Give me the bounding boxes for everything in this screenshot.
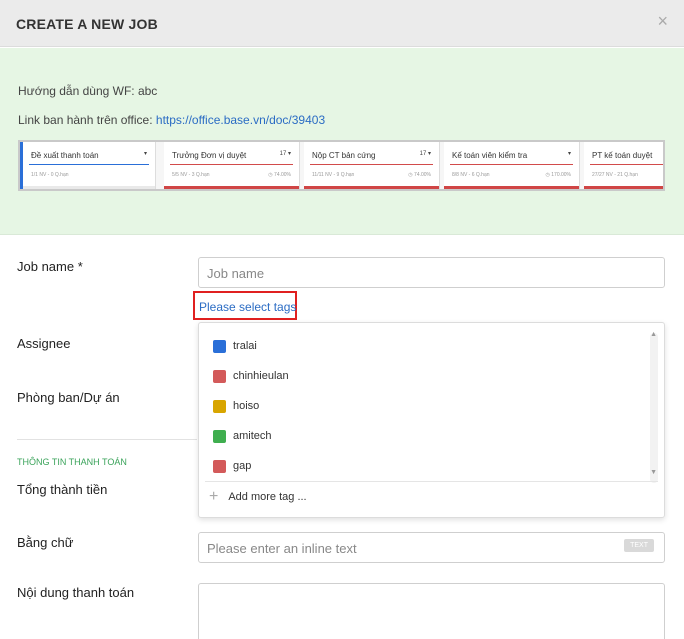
amount-in-words-input[interactable]: Please enter an inline text TEXT xyxy=(198,532,665,563)
text-type-badge: TEXT xyxy=(624,539,654,552)
column-menu-icon: 17 ▾ xyxy=(279,151,291,157)
column-status-bar xyxy=(584,186,663,189)
column-title: Trưởng Đơn vị duyệt xyxy=(172,151,247,160)
job-name-label: Job name * xyxy=(17,259,83,274)
tag-color-swatch xyxy=(213,429,226,443)
scroll-down-icon[interactable]: ▼ xyxy=(650,469,657,476)
tag-dropdown: tralai chinhieulan hoiso amitech gap ▲ ▼… xyxy=(198,322,665,518)
amount-in-words-placeholder: Please enter an inline text xyxy=(207,541,357,556)
column-progress-line xyxy=(170,164,293,165)
select-tags-button[interactable]: Please select tags xyxy=(193,291,297,320)
guide-link-label: Link ban hành trên office: xyxy=(18,113,156,127)
column-status-bar xyxy=(164,186,299,189)
workflow-board-preview: Đề xuất thanh toán ▾ 1/1 NV - 0 Q.hạn Tr… xyxy=(18,140,665,191)
board-column: PT kế toán duyệt 27/27 NV - 21 Q.hạn xyxy=(584,142,663,189)
column-stats: 11/11 NV - 9 Q.hạn xyxy=(312,172,355,178)
workflow-guide-panel: Hướng dẫn dùng WF: abc Link ban hành trê… xyxy=(0,48,684,235)
column-progress-line xyxy=(29,164,149,165)
tag-color-swatch xyxy=(213,339,226,353)
tag-option[interactable]: tralai xyxy=(213,336,257,356)
guide-text: Hướng dẫn dùng WF: abc xyxy=(18,84,158,98)
select-tags-label: Please select tags xyxy=(199,300,297,314)
scroll-up-icon[interactable]: ▲ xyxy=(650,331,657,338)
section-divider xyxy=(17,439,197,440)
column-stats: 1/1 NV - 0 Q.hạn xyxy=(31,172,69,178)
tag-option[interactable]: amitech xyxy=(213,426,272,446)
column-percent: ◷ 170.00% xyxy=(545,172,572,178)
office-doc-link[interactable]: https://office.base.vn/doc/39403 xyxy=(156,113,325,127)
add-more-tag-button[interactable]: + Add more tag ... xyxy=(209,489,307,505)
column-title: Nộp CT bản cứng xyxy=(312,151,376,160)
modal-title: CREATE A NEW JOB xyxy=(16,16,158,32)
tag-option[interactable]: chinhieulan xyxy=(213,366,289,386)
modal-header: CREATE A NEW JOB × xyxy=(0,0,684,47)
column-title: Kế toán viên kiểm tra xyxy=(452,151,528,160)
board-column: Đề xuất thanh toán ▾ 1/1 NV - 0 Q.hạn xyxy=(20,142,156,189)
column-stats: 27/27 NV - 21 Q.hạn xyxy=(592,172,638,178)
column-menu-icon: ▾ xyxy=(567,151,571,157)
tag-color-swatch xyxy=(213,369,226,383)
tag-option[interactable]: hoiso xyxy=(213,396,259,416)
column-stats: 8/8 NV - 6 Q.hạn xyxy=(452,172,490,178)
total-amount-label: Tổng thành tiền xyxy=(17,482,108,497)
column-progress-line xyxy=(450,164,573,165)
tag-option-label: chinhieulan xyxy=(233,370,289,382)
column-progress-line xyxy=(590,164,663,165)
column-title: Đề xuất thanh toán xyxy=(31,151,99,160)
column-stats: 5/5 NV - 3 Q.hạn xyxy=(172,172,210,178)
tag-option-label: hoiso xyxy=(233,400,260,412)
dropdown-separator xyxy=(205,481,658,482)
add-more-tag-label: Add more tag ... xyxy=(228,491,307,503)
column-title: PT kế toán duyệt xyxy=(592,151,653,160)
job-name-placeholder: Job name xyxy=(207,266,265,281)
column-status-bar xyxy=(23,186,155,189)
column-status-bar xyxy=(444,186,579,189)
tag-color-swatch xyxy=(213,399,226,413)
tag-color-swatch xyxy=(213,459,226,473)
column-progress-line xyxy=(310,164,433,165)
column-menu-icon: 17 ▾ xyxy=(419,151,431,157)
column-percent: ◷ 74.00% xyxy=(268,172,291,178)
department-label: Phòng ban/Dự án xyxy=(17,390,120,405)
payment-content-label: Nội dung thanh toán xyxy=(17,585,135,600)
column-menu-icon: ▾ xyxy=(143,151,147,157)
tag-option-label: amitech xyxy=(233,430,272,442)
board-column: Trưởng Đơn vị duyệt 17 ▾ 5/5 NV - 3 Q.hạ… xyxy=(164,142,300,189)
amount-in-words-label: Bằng chữ xyxy=(17,535,74,550)
column-status-bar xyxy=(304,186,439,189)
section-title: THÔNG TIN THANH TOÁN xyxy=(17,457,127,467)
close-icon[interactable]: × xyxy=(657,11,668,32)
payment-content-textarea[interactable] xyxy=(198,583,665,639)
job-name-input[interactable]: Job name xyxy=(198,257,665,288)
assignee-label: Assignee xyxy=(17,336,71,351)
guide-link-line: Link ban hành trên office: https://offic… xyxy=(18,113,325,127)
board-column: Nộp CT bản cứng 17 ▾ 11/11 NV - 9 Q.hạn … xyxy=(304,142,440,189)
tag-option-label: tralai xyxy=(233,340,257,352)
tag-option[interactable]: gap xyxy=(213,456,251,476)
board-column: Kế toán viên kiểm tra ▾ 8/8 NV - 6 Q.hạn… xyxy=(444,142,580,189)
plus-icon: + xyxy=(209,488,219,505)
column-percent: ◷ 74.00% xyxy=(408,172,431,178)
tag-list-scrollbar[interactable] xyxy=(650,333,658,483)
tag-option-label: gap xyxy=(233,460,252,472)
